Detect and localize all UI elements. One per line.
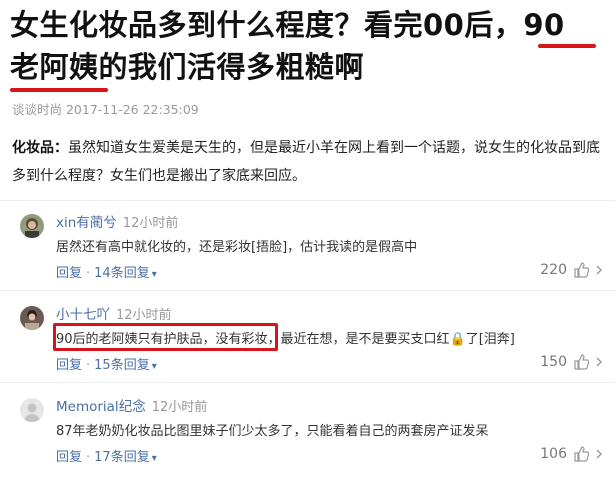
- avatar[interactable]: [20, 214, 44, 238]
- replies-link[interactable]: 17条回复: [94, 450, 150, 465]
- comment-author[interactable]: xin有蔺兮 12小时前: [56, 211, 178, 231]
- comment-time: 12小时前: [122, 216, 179, 231]
- reply-button[interactable]: 回复: [56, 450, 82, 465]
- intro-label: 化妆品：: [12, 140, 68, 156]
- title-part2: 的我们活得多粗糙啊: [98, 50, 365, 84]
- chevron-down-icon[interactable]: ▾: [152, 453, 157, 464]
- divider: [0, 290, 615, 291]
- comment-item: Memorial纪念 12小时前 87年老奶奶化妆品比图里妹子们少太多了，只能看着…: [0, 398, 615, 488]
- comment-actions: 回复 · 17条回复 ▾: [56, 450, 157, 465]
- like-area: 106: [540, 446, 605, 462]
- avatar[interactable]: [20, 306, 44, 330]
- replies-link[interactable]: 15条回复: [94, 358, 150, 373]
- article-title: 女生化妆品多到什么程度？看完00后，90 老阿姨的我们活得多粗糙啊: [10, 4, 610, 88]
- title-underlined-laoayi: 老阿姨: [10, 50, 99, 84]
- comment-actions: 回复 · 14条回复 ▾: [56, 266, 157, 281]
- thumbs-up-icon[interactable]: [573, 354, 589, 370]
- underline-90: [538, 44, 596, 48]
- intro-text: 虽然知道女生爱美是天生的，但是最近小羊在网上看到一个话题，说女生的化妆品到底多到…: [12, 140, 600, 184]
- divider: [0, 200, 615, 201]
- like-area: 150: [540, 354, 605, 370]
- replies-link[interactable]: 14条回复: [94, 266, 150, 281]
- chevron-down-icon[interactable]: ▾: [152, 361, 157, 372]
- avatar[interactable]: [20, 398, 44, 422]
- article-intro: 化妆品：虽然知道女生爱美是天生的，但是最近小羊在网上看到一个话题，说女生的化妆品…: [12, 134, 607, 190]
- highlight-box: [53, 323, 278, 351]
- like-count: 150: [540, 354, 567, 370]
- thumbs-up-icon[interactable]: [573, 262, 589, 278]
- more-icon[interactable]: [595, 446, 605, 462]
- more-icon[interactable]: [595, 354, 605, 370]
- title-part1: 女生化妆品多到什么程度？看完00后，: [10, 8, 524, 42]
- comment-text-rest: ，最近在想，是不是要买支口红🔒了[泪奔]: [267, 332, 515, 347]
- comment-time: 12小时前: [151, 400, 208, 415]
- chevron-down-icon[interactable]: ▾: [152, 269, 157, 280]
- title-underlined-90: 90: [523, 8, 565, 42]
- article-meta: 谈谈时尚 2017-11-26 22:35:09: [12, 102, 199, 117]
- author-name[interactable]: 小十七吖: [56, 307, 110, 323]
- reply-button[interactable]: 回复: [56, 266, 82, 281]
- author-name[interactable]: xin有蔺兮: [56, 215, 117, 231]
- author-name[interactable]: Memorial纪: [56, 399, 132, 415]
- comment-text: 居然还有高中就化妆的，还是彩妆[捂脸]，估计我读的是假高中: [56, 240, 418, 255]
- divider: [0, 382, 615, 383]
- like-count: 220: [540, 262, 567, 278]
- comment-author[interactable]: Memorial纪念 12小时前: [56, 395, 207, 415]
- comment-actions: 回复 · 15条回复 ▾: [56, 358, 157, 373]
- underline-laoayi: [10, 88, 108, 92]
- reply-button[interactable]: 回复: [56, 358, 82, 373]
- comment-text: 87年老奶奶化妆品比图里妹子们少太多了，只能看着自己的两套房产证发呆: [56, 424, 489, 439]
- like-area: 220: [540, 262, 605, 278]
- author-name-suffix[interactable]: 念: [132, 399, 146, 415]
- thumbs-up-icon[interactable]: [573, 446, 589, 462]
- comment-time: 12小时前: [116, 308, 172, 323]
- like-count: 106: [540, 446, 567, 462]
- more-icon[interactable]: [595, 262, 605, 278]
- comment-author[interactable]: 小十七吖 12小时前: [56, 303, 172, 323]
